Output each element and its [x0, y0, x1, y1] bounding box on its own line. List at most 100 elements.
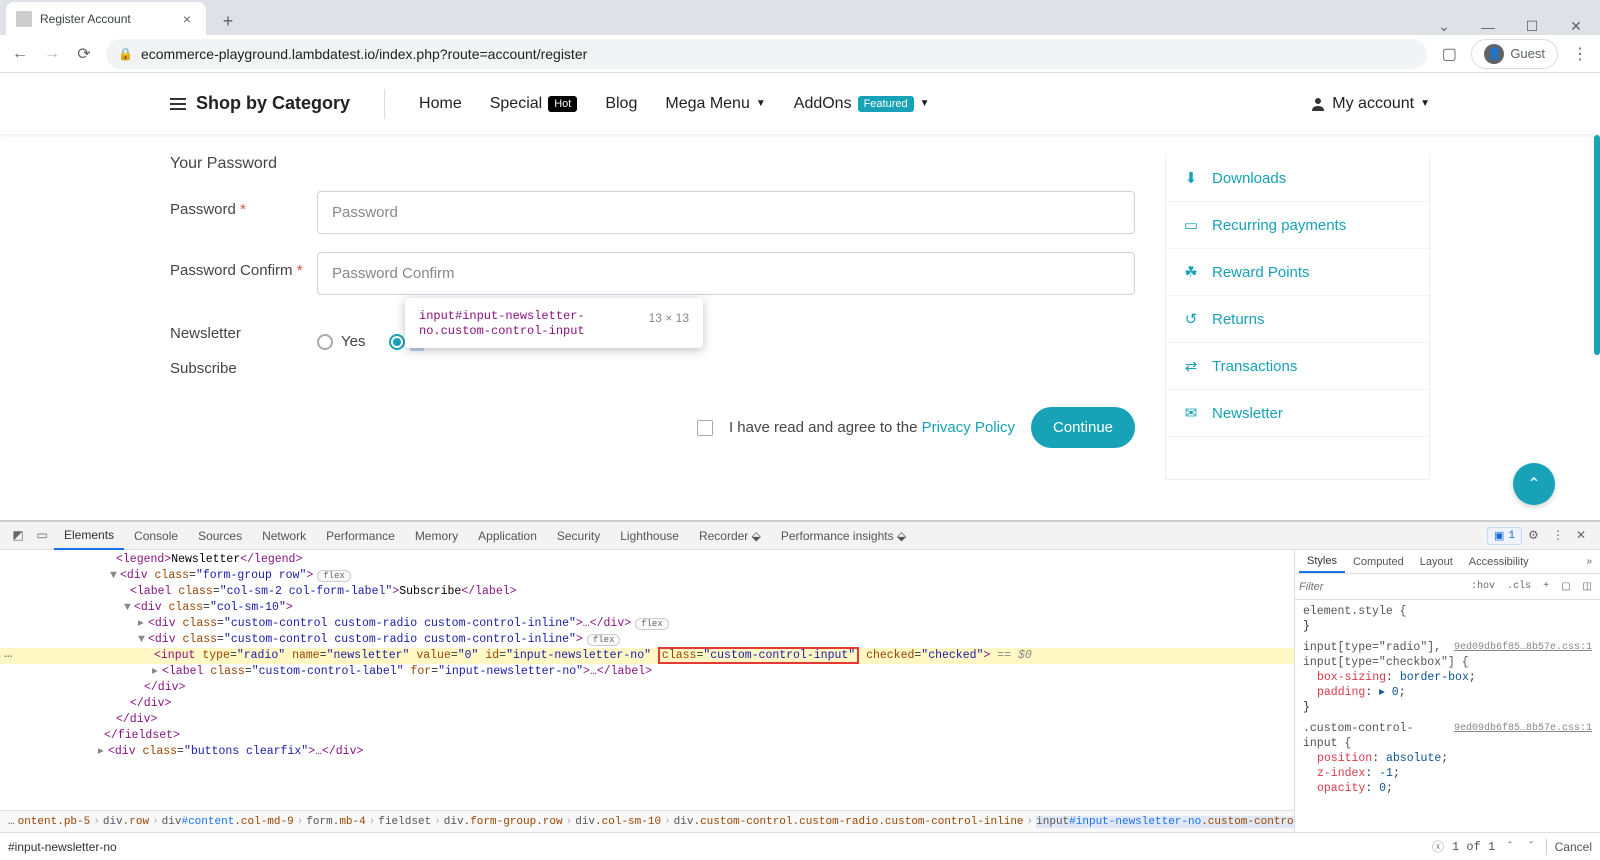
download-icon: ⬇	[1182, 169, 1200, 187]
inspect-element-icon[interactable]: ◩	[6, 528, 30, 543]
tooltip-selector: input#input-newsletter-no.custom-control…	[419, 309, 585, 338]
address-bar[interactable]: 🔒 ecommerce-playground.lambdatest.io/ind…	[106, 39, 1427, 69]
styles-tab-computed[interactable]: Computed	[1345, 552, 1412, 572]
forward-icon[interactable]: →	[42, 45, 62, 63]
newsletter-label: Newsletter Subscribe	[170, 325, 317, 377]
caret-icon: ▼	[756, 98, 766, 109]
styles-content[interactable]: element.style { } 9ed09db6f85…8b57e.css:…	[1295, 600, 1600, 832]
continue-button[interactable]: Continue	[1031, 407, 1135, 448]
privacy-link[interactable]: Privacy Policy	[922, 419, 1015, 436]
hamburger-icon	[170, 95, 186, 113]
tab-title: Register Account	[40, 12, 170, 26]
styles-more-icon[interactable]: »	[1582, 554, 1596, 569]
cls-button[interactable]: .cls	[1503, 579, 1535, 594]
close-window-icon[interactable]: ✕	[1560, 18, 1592, 35]
search-prev-icon[interactable]: ˆ	[1503, 840, 1516, 854]
sidebar-item-rewards[interactable]: ☘Reward Points	[1166, 249, 1429, 296]
devtools-tab-network[interactable]: Network	[252, 523, 316, 549]
nav-addons[interactable]: AddOnsFeatured▼	[794, 95, 930, 113]
nav-my-account[interactable]: My account▼	[1310, 95, 1430, 113]
favicon-icon	[16, 11, 32, 27]
styles-tab-layout[interactable]: Layout	[1412, 552, 1461, 572]
transactions-icon: ⇄	[1182, 357, 1200, 375]
caret-icon: ▼	[920, 98, 930, 109]
agree-text: I have read and agree to the Privacy Pol…	[729, 419, 1015, 436]
inspect-tooltip: 13 × 13 input#input-newsletter-no.custom…	[405, 298, 703, 348]
settings-icon[interactable]: ⚙	[1528, 528, 1546, 543]
panel-icon[interactable]: ▢	[1439, 44, 1459, 64]
avatar-icon: 👤	[1484, 44, 1504, 64]
toggle-icon[interactable]: ◫	[1579, 579, 1596, 595]
subscribe-yes-radio[interactable]: Yes	[317, 333, 365, 350]
divider	[384, 89, 385, 119]
hov-button[interactable]: :hov	[1467, 579, 1499, 594]
shop-by-category-button[interactable]: Shop by Category	[170, 93, 350, 114]
devtools-tab-console[interactable]: Console	[124, 523, 188, 549]
more-icon[interactable]: ⋮	[1552, 528, 1570, 543]
mail-icon: ✉	[1182, 404, 1200, 422]
maximize-icon[interactable]: ☐	[1516, 18, 1548, 35]
chevron-down-icon[interactable]: ⌄	[1428, 18, 1460, 35]
devtools-panel: ◩ ▭ Elements Console Sources Network Per…	[0, 520, 1600, 860]
menu-icon[interactable]: ⋮	[1570, 44, 1590, 64]
featured-badge: Featured	[858, 96, 914, 112]
clear-search-icon[interactable]: ⓧ	[1432, 838, 1444, 855]
search-cancel-button[interactable]: Cancel	[1555, 840, 1592, 854]
password-confirm-input[interactable]	[317, 252, 1135, 295]
card-icon: ▭	[1182, 216, 1200, 234]
devtools-tab-performance[interactable]: Performance	[316, 523, 405, 549]
sidebar-item-transactions[interactable]: ⇄Transactions	[1166, 343, 1429, 390]
sidebar-item-downloads[interactable]: ⬇Downloads	[1166, 155, 1429, 202]
tooltip-dimensions: 13 × 13	[649, 311, 689, 325]
url-text: ecommerce-playground.lambdatest.io/index…	[141, 46, 587, 62]
nav-mega-menu[interactable]: Mega Menu▼	[665, 95, 765, 113]
device-toggle-icon[interactable]: ▭	[30, 528, 54, 543]
password-label: Password *	[170, 191, 317, 218]
new-rule-icon[interactable]: +	[1539, 579, 1553, 594]
radio-icon	[317, 334, 333, 350]
nav-blog[interactable]: Blog	[605, 95, 637, 113]
devtools-tab-application[interactable]: Application	[468, 523, 547, 549]
new-tab-button[interactable]: +	[214, 7, 242, 35]
back-icon[interactable]: ←	[10, 45, 30, 63]
nav-home[interactable]: Home	[419, 95, 462, 113]
close-devtools-icon[interactable]: ✕	[1576, 528, 1594, 543]
nav-special[interactable]: SpecialHot	[490, 95, 578, 113]
tab-close-icon[interactable]: ×	[178, 11, 196, 27]
devtools-tab-sources[interactable]: Sources	[188, 523, 252, 549]
page-scrollbar[interactable]	[1585, 135, 1600, 520]
devtools-tab-perf-insights[interactable]: Performance insights ⬙	[771, 523, 916, 549]
breadcrumb-bar[interactable]: … ontent.pb-5› div.row› div#content.col-…	[0, 810, 1294, 832]
styles-filter-input[interactable]	[1299, 581, 1463, 593]
devtools-search-input[interactable]	[8, 840, 1424, 854]
agree-checkbox[interactable]	[697, 420, 713, 436]
elements-tree[interactable]: <legend>Newsletter</legend> ▼<div class=…	[0, 550, 1294, 810]
device-icon[interactable]: ▢	[1557, 579, 1574, 595]
sidebar-item-newsletter[interactable]: ✉Newsletter	[1166, 390, 1429, 437]
selected-element-line[interactable]: … <input type="radio" name="newsletter" …	[0, 648, 1294, 664]
search-next-icon[interactable]: ˇ	[1524, 840, 1537, 854]
scroll-top-button[interactable]: ⌃	[1513, 463, 1555, 505]
devtools-tab-memory[interactable]: Memory	[405, 523, 468, 549]
section-heading: Your Password	[170, 155, 1135, 173]
lock-icon: 🔒	[118, 47, 133, 61]
elements-panel: <legend>Newsletter</legend> ▼<div class=…	[0, 550, 1294, 832]
search-count: 1 of 1	[1452, 840, 1495, 854]
profile-chip[interactable]: 👤 Guest	[1471, 39, 1558, 69]
minimize-icon[interactable]: —	[1472, 19, 1504, 35]
reward-icon: ☘	[1182, 263, 1200, 281]
password-input[interactable]	[317, 191, 1135, 234]
devtools-tab-recorder[interactable]: Recorder ⬙	[689, 523, 771, 549]
browser-tab[interactable]: Register Account ×	[6, 2, 206, 35]
devtools-tab-security[interactable]: Security	[547, 523, 610, 549]
password-confirm-label: Password Confirm *	[170, 252, 317, 279]
reload-icon[interactable]: ⟳	[74, 44, 94, 64]
sidebar-item-recurring[interactable]: ▭Recurring payments	[1166, 202, 1429, 249]
devtools-tab-elements[interactable]: Elements	[54, 522, 124, 550]
highlighted-attr: class="custom-control-input"	[658, 647, 859, 664]
sidebar-item-returns[interactable]: ↺Returns	[1166, 296, 1429, 343]
issues-badge[interactable]: ▣ 1	[1487, 527, 1522, 545]
styles-tab-accessibility[interactable]: Accessibility	[1461, 552, 1537, 572]
styles-tab-styles[interactable]: Styles	[1299, 551, 1345, 573]
devtools-tab-lighthouse[interactable]: Lighthouse	[610, 523, 689, 549]
